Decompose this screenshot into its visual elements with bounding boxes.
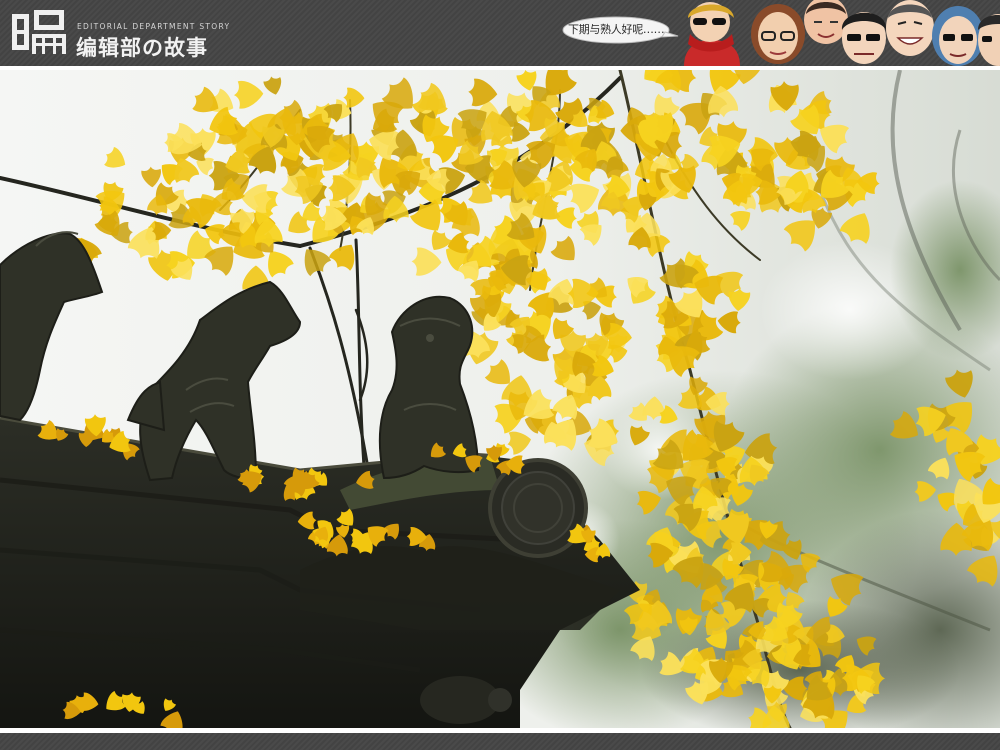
header-banner: EDITORIAL DEPARTMENT STORY 编辑部の故事 下期与熟人好… <box>0 0 1000 66</box>
logo-mark-icon <box>12 10 66 54</box>
photo-illustration <box>0 70 1000 728</box>
footer-strip <box>0 733 1000 750</box>
cartoon-characters-icon <box>684 0 1000 66</box>
logo-chinese-text: 编辑部の故事 <box>76 36 208 60</box>
logo-english-text: EDITORIAL DEPARTMENT STORY <box>77 22 231 31</box>
ginkgo-photo <box>0 70 1000 728</box>
speech-bubble-text: 下期与熟人好呢…… <box>568 23 665 36</box>
